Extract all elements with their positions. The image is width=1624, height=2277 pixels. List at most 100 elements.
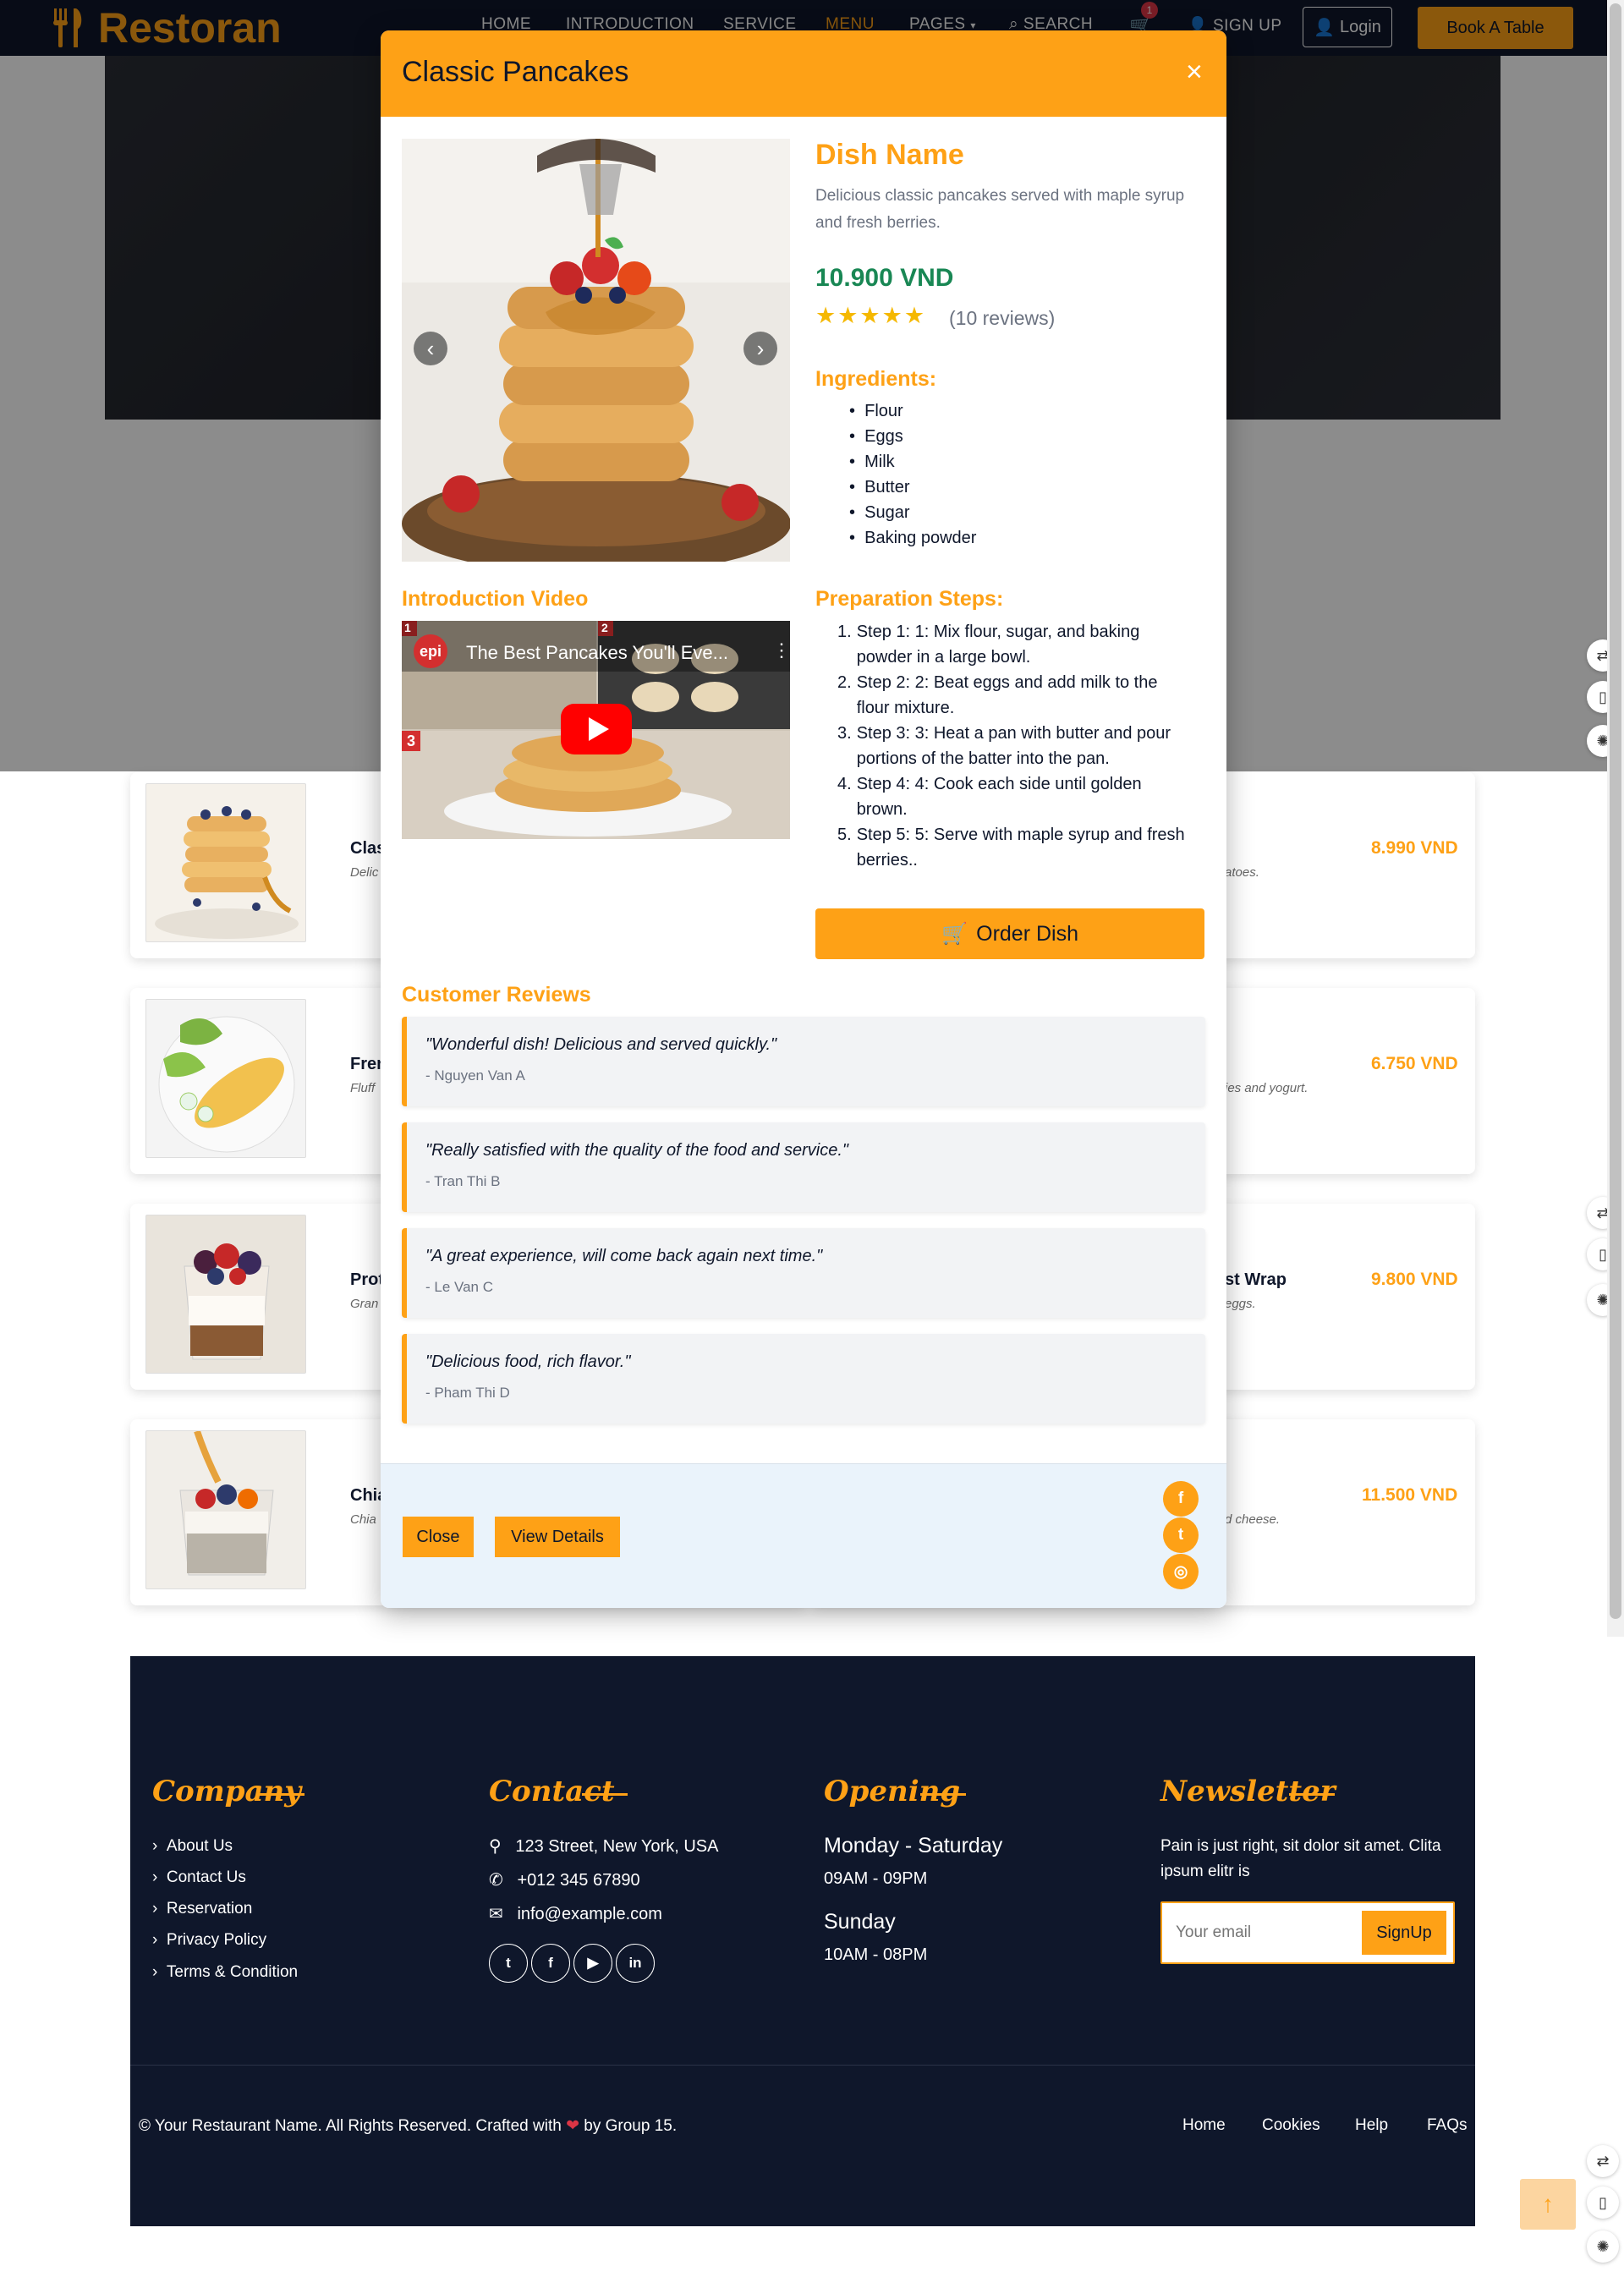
newsletter-form: SignUp xyxy=(1160,1901,1455,1964)
twitter-icon[interactable]: t xyxy=(1163,1517,1199,1553)
ingredient-text: Flour xyxy=(864,402,903,420)
video-segment-label: 1 xyxy=(404,621,411,634)
carousel-next-button[interactable]: › xyxy=(743,332,777,365)
step-text: Step 5: 5: Serve with maple syrup and fr… xyxy=(856,826,1185,870)
video-segment-label: 2 xyxy=(601,621,608,634)
footer-link-terms[interactable]: › Terms & Condition xyxy=(152,1963,298,1982)
review-card: "Delicious food, rich flavor." - Pham Th… xyxy=(402,1334,1205,1424)
more-options-icon[interactable]: ⋮ xyxy=(772,639,790,661)
opening-days-sunday: Sunday xyxy=(824,1910,896,1934)
step-text: Step 1: 1: Mix flour, sugar, and baking … xyxy=(856,623,1140,667)
video-title: Introduction Video xyxy=(402,587,589,611)
dish-description: atoes. xyxy=(1225,865,1259,880)
review-author: - Le Van C xyxy=(425,1279,494,1295)
video-title-text[interactable]: The Best Pancakes You'll Eve... xyxy=(466,642,728,664)
review-text: "A great experience, will come back agai… xyxy=(425,1247,823,1265)
linkedin-icon[interactable]: in xyxy=(616,1944,655,1983)
footer-address: ⚲ 123 Street, New York, USA xyxy=(489,1835,718,1857)
footer-contact-title: Contact xyxy=(489,1775,615,1808)
footer-bottom-home[interactable]: Home xyxy=(1182,2116,1226,2135)
ingredient-text: Butter xyxy=(864,478,910,497)
youtube-play-button[interactable] xyxy=(561,704,632,754)
channel-avatar[interactable]: epi xyxy=(414,634,447,668)
footer-link-label: Reservation xyxy=(166,1900,253,1918)
ingredient-text: Eggs xyxy=(864,427,903,446)
footer-phone: ✆ +012 345 67890 xyxy=(489,1869,640,1890)
ingredient-item: • Butter xyxy=(849,478,910,497)
dish-name: st Wrap xyxy=(1225,1270,1287,1289)
carousel-prev-button[interactable]: ‹ xyxy=(414,332,447,365)
twitter-icon[interactable]: t xyxy=(489,1944,528,1983)
footer-company-title: Company xyxy=(152,1775,301,1808)
brain-icon[interactable]: ✺ xyxy=(1587,2230,1619,2263)
instagram-icon[interactable]: ◎ xyxy=(1163,1554,1199,1589)
translate-icon[interactable]: ⇄ xyxy=(1587,2145,1619,2177)
review-text: "Wonderful dish! Delicious and served qu… xyxy=(425,1035,777,1054)
video-segment-label: 3 xyxy=(407,732,416,749)
footer-bottom-help[interactable]: Help xyxy=(1355,2116,1388,2135)
ingredients-title: Ingredients: xyxy=(815,367,937,391)
review-card: "Really satisfied with the quality of th… xyxy=(402,1122,1205,1212)
step-item: 1. Step 1: 1: Mix flour, sugar, and bakin… xyxy=(837,619,1193,670)
review-text: "Really satisfied with the quality of th… xyxy=(425,1141,849,1160)
review-text: "Delicious food, rich flavor." xyxy=(425,1352,631,1371)
footer-bottom-faqs[interactable]: FAQs xyxy=(1427,2116,1468,2135)
dish-price: 11.500 VND xyxy=(1362,1485,1458,1505)
step-item: 5. Step 5: 5: Serve with maple syrup and … xyxy=(837,822,1193,873)
close-button[interactable]: Close xyxy=(403,1517,474,1557)
modal-header: Classic Pancakes × xyxy=(381,30,1226,117)
chevron-right-icon: › xyxy=(152,1868,158,1886)
ingredient-item: • Sugar xyxy=(849,503,910,522)
facebook-icon[interactable]: f xyxy=(531,1944,570,1983)
reviews-count[interactable]: (10 reviews) xyxy=(949,307,1055,330)
scrollbar-thumb[interactable] xyxy=(1610,3,1621,1619)
step-text: Step 3: 3: Heat a pan with butter and po… xyxy=(856,724,1171,768)
dish-price: 6.750 VND xyxy=(1371,1054,1458,1073)
footer-email: ✉ info@example.com xyxy=(489,1903,662,1924)
review-card: "A great experience, will come back agai… xyxy=(402,1228,1205,1318)
dish-carousel: ‹ › xyxy=(402,139,790,562)
email-input[interactable] xyxy=(1174,1915,1343,1951)
signup-button[interactable]: SignUp xyxy=(1362,1911,1446,1955)
dish-image xyxy=(145,1215,306,1374)
step-text: Step 2: 2: Beat eggs and add milk to the… xyxy=(856,673,1158,717)
footer-link-reservation[interactable]: › Reservation xyxy=(152,1900,252,1918)
chevron-right-icon: › xyxy=(152,1963,158,1981)
facebook-icon[interactable]: f xyxy=(1163,1481,1199,1517)
footer-link-about[interactable]: › About Us xyxy=(152,1837,233,1856)
title-underline xyxy=(259,1793,304,1796)
dish-price: 8.990 VND xyxy=(1371,838,1458,858)
step-item: 3. Step 3: 3: Heat a pan with butter and … xyxy=(837,721,1193,771)
dish-name: Prot xyxy=(350,1270,384,1289)
steps-title: Preparation Steps: xyxy=(815,587,1004,611)
footer-link-label: About Us xyxy=(166,1837,233,1855)
book-icon[interactable]: ▯ xyxy=(1587,2186,1619,2219)
footer-link-label: Privacy Policy xyxy=(166,1931,267,1949)
youtube-icon[interactable]: ▶ xyxy=(573,1944,612,1983)
opening-hours-sunday: 10AM - 08PM xyxy=(824,1945,928,1964)
order-label: Order Dish xyxy=(976,921,1078,946)
dish-description: Gran xyxy=(350,1297,379,1311)
footer-link-contact[interactable]: › Contact Us xyxy=(152,1868,246,1887)
reviews-title: Customer Reviews xyxy=(402,983,591,1007)
footer-bottom-cookies[interactable]: Cookies xyxy=(1262,2116,1320,2135)
star-rating: ★★★★★ xyxy=(815,303,927,328)
dish-description: d cheese. xyxy=(1225,1512,1281,1527)
copyright-credit: by Group 15. xyxy=(584,2117,678,2135)
address-text: 123 Street, New York, USA xyxy=(515,1837,719,1856)
ingredient-item: • Eggs xyxy=(849,427,903,446)
view-details-button[interactable]: View Details xyxy=(495,1517,620,1557)
phone-text: +012 345 67890 xyxy=(517,1871,640,1890)
dish-price: 9.800 VND xyxy=(1371,1270,1458,1289)
order-dish-button[interactable]: 🛒 Order Dish xyxy=(815,908,1204,959)
site-footer: Company › About Us › Contact Us › Reserv… xyxy=(130,1656,1475,2226)
footer-divider xyxy=(130,2065,1475,2066)
chevron-right-icon: › xyxy=(152,1900,158,1918)
close-icon[interactable]: × xyxy=(1186,56,1203,89)
cart-plus-icon: 🛒 xyxy=(941,921,968,946)
footer-link-privacy[interactable]: › Privacy Policy xyxy=(152,1931,266,1950)
back-to-top-button[interactable]: ↑ xyxy=(1520,2179,1576,2230)
chevron-right-icon: › xyxy=(152,1931,158,1949)
video-player[interactable]: 1 2 3 epi The Best Pancakes You'll Eve..… xyxy=(402,621,790,839)
dish-description: eggs. xyxy=(1225,1297,1256,1311)
